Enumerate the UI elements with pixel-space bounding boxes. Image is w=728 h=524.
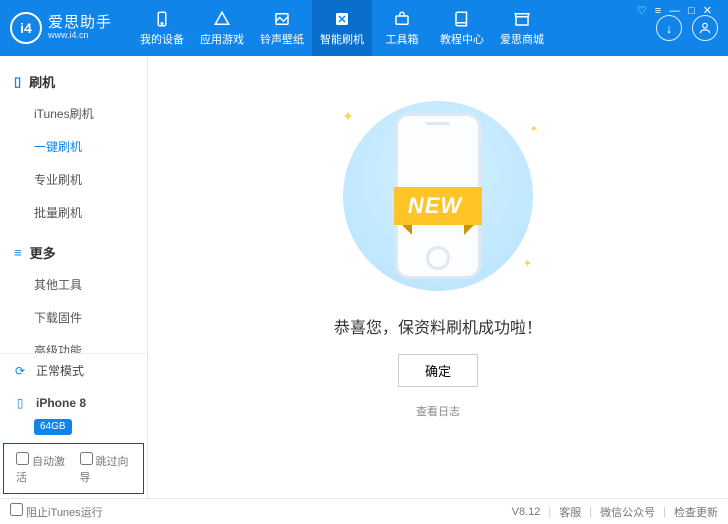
sidebar-item-itunes-flash[interactable]: iTunes刷机: [0, 97, 147, 130]
header: i4 爱思助手 www.i4.cn 我的设备 应用游戏 铃声壁纸 智能刷机 工具…: [0, 0, 728, 56]
app-title: 爱思助手: [48, 15, 112, 32]
list-icon: ≡: [14, 245, 22, 260]
confirm-button[interactable]: 确定: [398, 354, 478, 387]
tab-apps[interactable]: 应用游戏: [192, 0, 252, 56]
sparkle-icon: ✦: [530, 124, 538, 135]
new-ribbon: NEW: [394, 187, 482, 225]
sparkle-icon: ✦: [342, 108, 354, 125]
sidebar-item-advanced[interactable]: 高级功能: [0, 334, 147, 353]
tab-label: 工具箱: [386, 31, 419, 47]
header-right: ♡ ≡ — □ ✕ ↓: [656, 15, 718, 41]
capacity-badge: 64GB: [34, 419, 72, 435]
sidebar-item-download-firmware[interactable]: 下载固件: [0, 301, 147, 334]
tab-label: 智能刷机: [320, 31, 364, 47]
sparkle-icon: ✦: [523, 257, 532, 270]
separator: |: [589, 506, 592, 518]
app-url: www.i4.cn: [48, 31, 112, 41]
user-icon[interactable]: [692, 15, 718, 41]
tab-flash[interactable]: 智能刷机: [312, 0, 372, 56]
sidebar-group-flash[interactable]: ▯ 刷机: [0, 66, 147, 97]
close-button[interactable]: ✕: [703, 4, 712, 17]
store-icon: [513, 10, 531, 28]
sidebar-item-pro-flash[interactable]: 专业刷机: [0, 163, 147, 196]
separator: |: [548, 506, 551, 518]
version-label: V8.12: [512, 506, 541, 518]
group-title: 更多: [30, 243, 56, 262]
highlight-box: 自动激活 跳过向导: [3, 443, 144, 494]
success-message: 恭喜您，保资料刷机成功啦！: [334, 314, 542, 338]
flash-options: 自动激活 跳过向导: [4, 444, 143, 493]
content: ✦ ✦ ✦ NEW 恭喜您，保资料刷机成功啦！ 确定 查看日志: [148, 56, 728, 498]
footer-link-support[interactable]: 客服: [559, 504, 581, 520]
main: ▯ 刷机 iTunes刷机 一键刷机 专业刷机 批量刷机 ≡ 更多 其他工具 下…: [0, 56, 728, 498]
apps-icon: [213, 10, 231, 28]
device-mode[interactable]: ⟳ 正常模式: [0, 354, 147, 387]
window-controls: ♡ ≡ — □ ✕: [637, 4, 718, 17]
maximize-button[interactable]: □: [688, 5, 695, 17]
sidebar-item-oneclick-flash[interactable]: 一键刷机: [0, 130, 147, 163]
footer-link-update[interactable]: 检查更新: [674, 504, 718, 520]
sidebar: ▯ 刷机 iTunes刷机 一键刷机 专业刷机 批量刷机 ≡ 更多 其他工具 下…: [0, 56, 148, 498]
tab-label: 我的设备: [140, 31, 184, 47]
book-icon: [453, 10, 471, 28]
flash-icon: [333, 10, 351, 28]
group-title: 刷机: [29, 72, 55, 91]
top-nav: 我的设备 应用游戏 铃声壁纸 智能刷机 工具箱 教程中心 爱思商城: [132, 0, 648, 56]
phone-icon: [153, 10, 171, 28]
refresh-icon: ⟳: [12, 363, 28, 379]
view-log-link[interactable]: 查看日志: [416, 403, 460, 419]
sidebar-item-batch-flash[interactable]: 批量刷机: [0, 196, 147, 229]
cart-icon[interactable]: ♡: [637, 4, 647, 17]
tab-label: 教程中心: [440, 31, 484, 47]
tab-toolbox[interactable]: 工具箱: [372, 0, 432, 56]
device-info[interactable]: ▯ iPhone 8 64GB: [0, 387, 147, 443]
tab-label: 爱思商城: [500, 31, 544, 47]
phone-icon: ▯: [14, 74, 21, 90]
tab-label: 铃声壁纸: [260, 31, 304, 47]
logo: i4 爱思助手 www.i4.cn: [10, 12, 112, 44]
tab-ringtones[interactable]: 铃声壁纸: [252, 0, 312, 56]
tab-my-device[interactable]: 我的设备: [132, 0, 192, 56]
sidebar-group-more[interactable]: ≡ 更多: [0, 237, 147, 268]
checkbox-skip-wizard[interactable]: 跳过向导: [80, 452, 132, 485]
tab-store[interactable]: 爱思商城: [492, 0, 552, 56]
phone-icon: ▯: [12, 395, 28, 411]
menu-icon[interactable]: ≡: [655, 5, 661, 17]
mode-label: 正常模式: [36, 362, 84, 379]
wallpaper-icon: [273, 10, 291, 28]
footer: 阻止iTunes运行 V8.12 | 客服 | 微信公众号 | 检查更新: [0, 498, 728, 524]
tab-tutorials[interactable]: 教程中心: [432, 0, 492, 56]
download-icon[interactable]: ↓: [656, 15, 682, 41]
success-illustration: ✦ ✦ ✦ NEW: [308, 96, 568, 296]
device-name: iPhone 8: [36, 396, 86, 410]
logo-icon: i4: [10, 12, 42, 44]
separator: |: [663, 506, 666, 518]
tab-label: 应用游戏: [200, 31, 244, 47]
minimize-button[interactable]: —: [669, 5, 680, 17]
checkbox-block-itunes[interactable]: 阻止iTunes运行: [10, 503, 103, 520]
footer-link-wechat[interactable]: 微信公众号: [600, 504, 655, 520]
sidebar-bottom: ⟳ 正常模式 ▯ iPhone 8 64GB 自动激活 跳过向导: [0, 353, 147, 498]
toolbox-icon: [393, 10, 411, 28]
sidebar-item-other-tools[interactable]: 其他工具: [0, 268, 147, 301]
checkbox-auto-activate[interactable]: 自动激活: [16, 452, 68, 485]
